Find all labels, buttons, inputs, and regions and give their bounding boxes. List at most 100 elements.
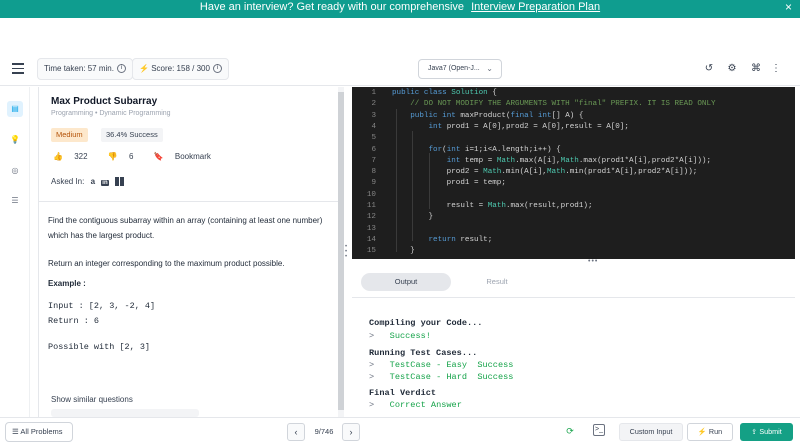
- submit-label: Submit: [759, 427, 782, 436]
- run-label: Run: [708, 427, 723, 436]
- code-line[interactable]: public int maxProduct(final int[] A) {: [392, 112, 583, 120]
- discussion-icon[interactable]: ◎: [7, 163, 23, 179]
- reset-icon[interactable]: ↺: [702, 62, 716, 76]
- line-number: 6: [371, 145, 376, 154]
- interview-plan-link[interactable]: Interview Preparation Plan: [471, 1, 600, 13]
- upload-icon: ⇪: [751, 427, 758, 436]
- line-number: 9: [371, 179, 376, 188]
- problem-description: Find the contiguous subarray within an a…: [48, 216, 323, 240]
- difficulty-badge: Medium: [51, 128, 88, 142]
- problem-icon[interactable]: ▤: [7, 101, 23, 117]
- bookmark-label: Bookmark: [174, 152, 211, 161]
- code-line[interactable]: public class Solution {: [392, 89, 497, 97]
- similar-questions-placeholder: [51, 409, 199, 417]
- all-problems-label: All Problems: [20, 427, 63, 436]
- code-line[interactable]: // DO NOT MODIFY THE ARGUMENTS WITH "fin…: [392, 100, 715, 108]
- prev-problem-button[interactable]: ‹: [287, 423, 305, 441]
- output-tabs: Output Result: [352, 268, 795, 298]
- shortcuts-icon[interactable]: ⌘: [749, 62, 763, 76]
- editor-resize-handle[interactable]: •••: [588, 258, 598, 265]
- asked-in: Asked In: a in: [51, 177, 124, 187]
- example-io: Input : [2, 3, -2, 4] Return : 6: [48, 301, 156, 326]
- verdict-label: Final Verdict: [369, 388, 437, 398]
- code-line[interactable]: return result;: [392, 236, 492, 244]
- problem-title: Max Product Subarray: [51, 96, 158, 107]
- dislike-count: 6: [129, 152, 134, 161]
- info-icon[interactable]: i: [212, 64, 222, 74]
- line-number: 10: [366, 190, 376, 199]
- verdict-line: > Correct Answer: [369, 400, 462, 410]
- close-icon[interactable]: ×: [785, 0, 792, 15]
- page-indicator: 9/746: [314, 427, 334, 436]
- hamburger-menu-icon[interactable]: [12, 63, 24, 74]
- code-line[interactable]: prod1 = temp;: [392, 179, 506, 187]
- custom-input-button[interactable]: Custom Input: [619, 423, 683, 441]
- dislike-button[interactable]: 👎 6: [108, 152, 143, 161]
- time-taken-text: Time taken: 57 min.: [44, 64, 114, 73]
- info-icon[interactable]: i: [116, 64, 126, 74]
- chevron-down-icon: ⌄: [486, 64, 493, 73]
- all-problems-button[interactable]: ☰ All Problems: [5, 422, 73, 442]
- divider: [39, 201, 344, 202]
- banner-text: Have an interview? Get ready with our co…: [199, 1, 465, 13]
- asked-in-label: Asked In:: [51, 177, 85, 186]
- next-problem-button[interactable]: ›: [342, 423, 360, 441]
- code-line[interactable]: result = Math.max(result,prod1);: [392, 202, 593, 210]
- amazon-logo: a: [90, 177, 96, 186]
- scroll-thumb[interactable]: [338, 92, 344, 410]
- pane-resize-handle[interactable]: • • •: [345, 244, 349, 261]
- list-icon: ☰: [12, 427, 19, 436]
- breadcrumb[interactable]: Programming • Dynamic Programming: [51, 110, 171, 117]
- thumbs-up-icon: 👍: [53, 152, 63, 161]
- list-icon[interactable]: ☰: [7, 193, 23, 209]
- terminal-icon[interactable]: >_: [593, 424, 605, 436]
- settings-icon[interactable]: ⚙: [725, 62, 739, 76]
- problem-scrollbar[interactable]: [338, 87, 344, 417]
- line-number: 7: [371, 156, 376, 165]
- submit-button[interactable]: ⇪ Submit: [740, 423, 793, 441]
- compile-status-line: > Success!: [369, 331, 431, 341]
- code-line[interactable]: int prod1 = A[0],prod2 = A[0],result = A…: [392, 123, 629, 131]
- code-line[interactable]: prod2 = Math.min(A[i],Math.min(prod1*A[i…: [392, 168, 698, 176]
- line-number: 15: [366, 247, 376, 256]
- indent-guide: [429, 153, 430, 209]
- testcase-hard-line: > TestCase - Hard Success: [369, 372, 514, 382]
- tab-result[interactable]: Result: [474, 273, 520, 291]
- show-similar-link[interactable]: Show similar questions: [51, 395, 133, 404]
- problem-pane: Max Product Subarray Programming • Dynam…: [38, 87, 344, 417]
- hint-icon[interactable]: 💡: [7, 132, 23, 148]
- example-label: Example :: [48, 279, 86, 288]
- verdict-value: Correct Answer: [389, 400, 462, 410]
- success-rate-badge: 36.4% Success: [101, 128, 163, 142]
- company-logo: [114, 177, 124, 187]
- compile-status: Success!: [389, 331, 431, 341]
- left-rail: ▤ 💡 ◎ ☰: [0, 87, 30, 417]
- testcase-easy: TestCase - Easy Success: [389, 360, 514, 370]
- run-button[interactable]: ⚡ Run: [687, 423, 733, 441]
- language-select[interactable]: Java7 (Open-J... ⌄: [418, 59, 502, 79]
- bookmark-button[interactable]: 🔖 Bookmark: [154, 152, 220, 161]
- sync-icon[interactable]: ⟳: [563, 424, 577, 438]
- promo-banner: Have an interview? Get ready with our co…: [0, 0, 800, 18]
- testcase-easy-line: > TestCase - Easy Success: [369, 360, 514, 370]
- more-options-icon[interactable]: ⋮: [769, 62, 783, 76]
- like-button[interactable]: 👍 322: [53, 152, 97, 161]
- testcase-hard: TestCase - Hard Success: [389, 372, 514, 382]
- like-count: 322: [74, 152, 88, 161]
- indent-guide: [396, 109, 397, 252]
- code-editor[interactable]: 1 public class Solution {2 // DO NOT MODI…: [352, 87, 795, 259]
- code-line[interactable]: int temp = Math.max(A[i],Math.max(prod1*…: [392, 157, 711, 165]
- code-line[interactable]: for(int i=1;i<A.length;i++) {: [392, 146, 560, 154]
- bookmark-icon: 🔖: [153, 152, 164, 161]
- linkedin-logo: in: [101, 180, 109, 186]
- line-number: 11: [366, 202, 376, 210]
- example-note: Possible with [2, 3]: [48, 342, 151, 352]
- indent-guide: [412, 131, 413, 241]
- line-number: 8: [371, 168, 376, 177]
- lightning-icon: ⚡: [697, 427, 707, 436]
- score-pill: ⚡ Score: 158 / 300 i: [132, 58, 229, 80]
- line-number: 1: [371, 89, 376, 97]
- running-text: Running Test Cases...: [369, 348, 478, 358]
- time-taken-pill: Time taken: 57 min. i: [37, 58, 133, 80]
- tab-output[interactable]: Output: [361, 273, 451, 291]
